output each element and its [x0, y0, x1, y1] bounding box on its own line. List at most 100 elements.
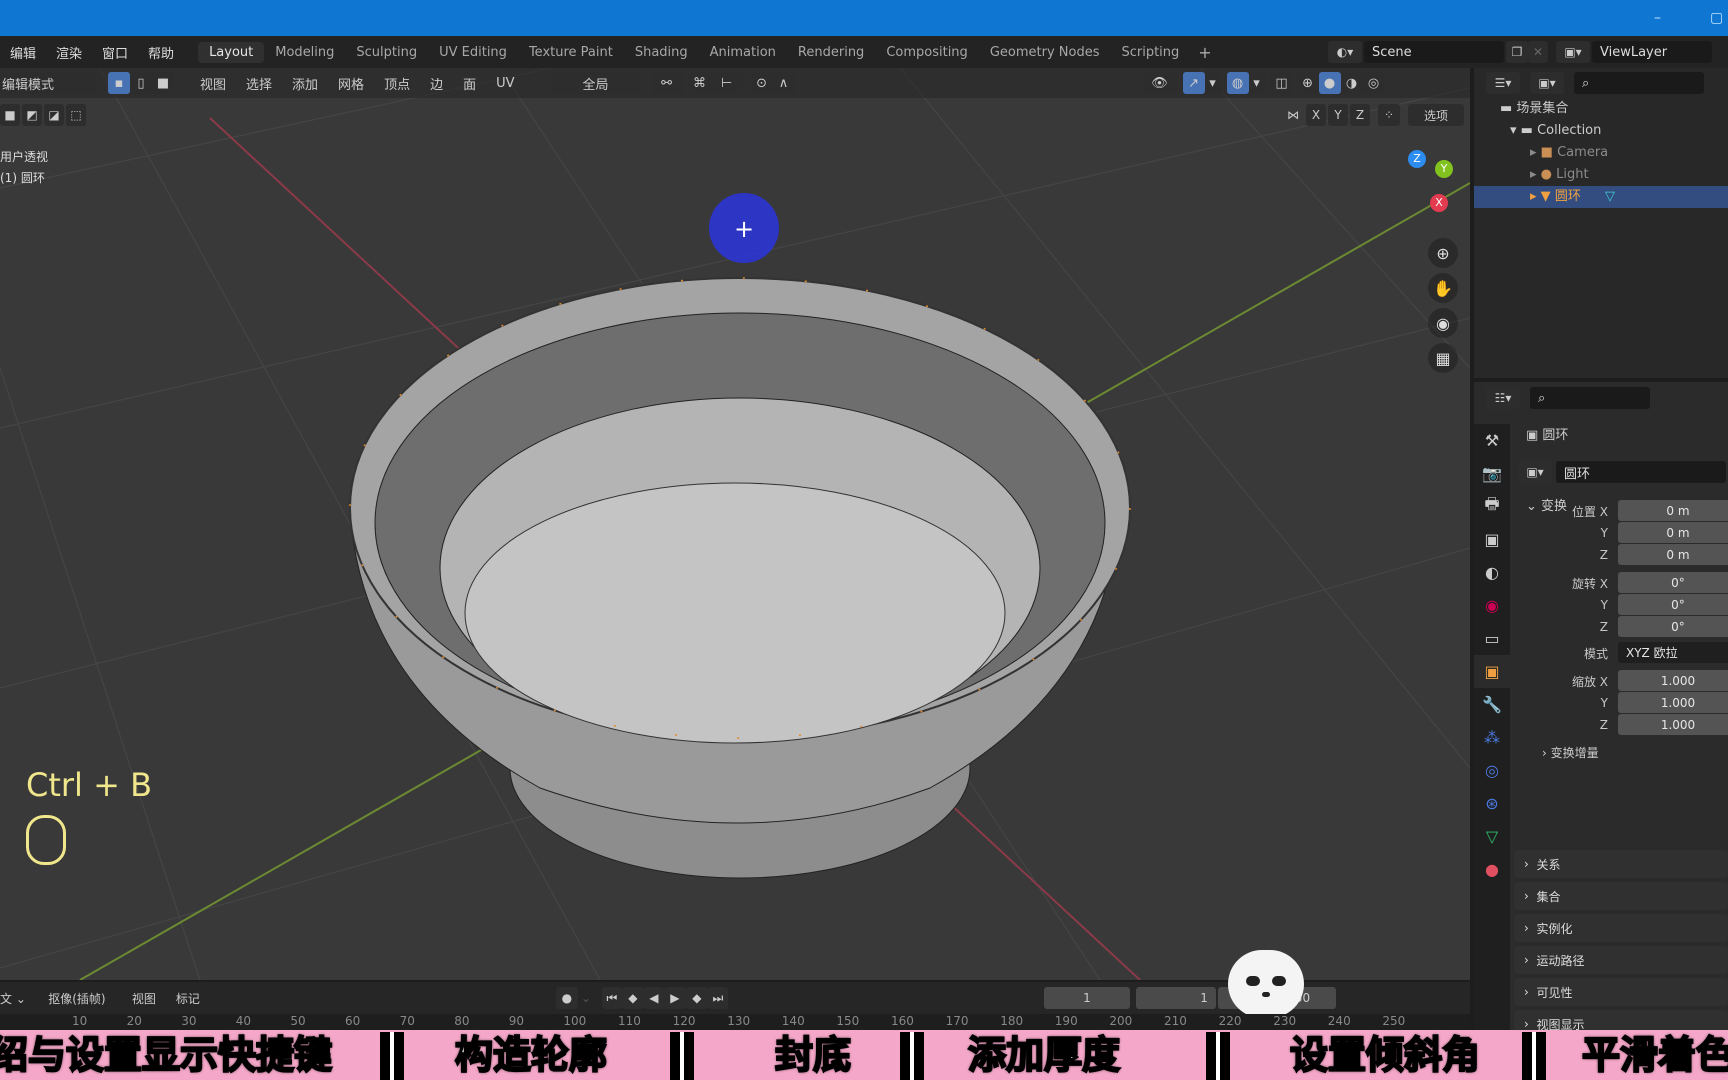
start-frame-field[interactable]: 1 [1135, 987, 1216, 1009]
scene-tab-icon[interactable]: ◐ [1474, 556, 1510, 589]
timeline-view-menu[interactable]: 视图 [132, 990, 156, 1007]
tool-tab-icon[interactable]: ⚒ [1474, 424, 1510, 457]
timeline-ruler[interactable]: 10 20 30 40 50 60 70 80 90 100 110 120 130 140 150 160 1… [0, 1014, 1470, 1030]
menu-select[interactable]: 选择 [246, 74, 272, 93]
scale-x-field[interactable]: 1.000 [1618, 670, 1728, 691]
edge-select-icon[interactable]: ▯ [130, 72, 152, 94]
navigation-gizmo[interactable]: Z Y X [1380, 148, 1460, 228]
view-layer-icon[interactable]: ▣▾ [1556, 41, 1590, 63]
proportional-edit-icon[interactable]: ⊙ [750, 72, 773, 94]
play-reverse-icon[interactable]: ◀ [643, 987, 664, 1009]
view-layer-tab-icon[interactable]: ▣ [1474, 523, 1510, 556]
rotation-z-field[interactable]: 0° [1618, 616, 1728, 637]
select-subtract-icon[interactable]: ◪ [44, 104, 64, 126]
filter-icon[interactable]: ▣▾ [1530, 72, 1564, 94]
gizmo-z-axis[interactable]: Z [1408, 150, 1426, 168]
snap-icon[interactable]: ⌘ [688, 72, 711, 94]
falloff-icon[interactable]: ∧ [772, 72, 795, 94]
tab-geometry-nodes[interactable]: Geometry Nodes [979, 42, 1111, 63]
wireframe-shading-icon[interactable]: ⊕ [1296, 72, 1319, 94]
keying-dropdown-tail[interactable]: 文 ⌄ [0, 990, 26, 1007]
rotation-x-field[interactable]: 0° [1618, 572, 1728, 593]
next-keyframe-icon[interactable]: ◆ [685, 987, 708, 1009]
menu-edit[interactable]: 编辑 [0, 43, 46, 62]
mirror-x-button[interactable]: X [1306, 104, 1326, 126]
rendered-shading-icon[interactable]: ◎ [1362, 72, 1385, 94]
location-y-field[interactable]: 0 m [1618, 522, 1728, 543]
tab-rendering[interactable]: Rendering [787, 42, 875, 63]
menu-help[interactable]: 帮助 [138, 43, 184, 62]
delta-transform-subpanel[interactable]: › 变换增量 [1518, 736, 1728, 770]
solid-shading-icon[interactable]: ● [1318, 72, 1341, 94]
menu-uv[interactable]: UV [496, 76, 514, 91]
jump-start-icon[interactable]: ⏮ [601, 987, 622, 1009]
transform-orientation-dropdown[interactable]: 全局 [550, 72, 641, 94]
object-tab-icon[interactable]: ▣ [1474, 655, 1510, 688]
location-z-field[interactable]: 0 m [1618, 544, 1728, 565]
overlay-toggle-icon[interactable]: ◍ [1226, 72, 1249, 94]
outliner-search[interactable]: ⌕ [1574, 72, 1704, 94]
snap-target-icon[interactable]: ⊢ [710, 72, 743, 94]
data-tab-icon[interactable]: ▽ [1474, 820, 1510, 853]
tab-animation[interactable]: Animation [699, 42, 787, 63]
hand-pan-icon[interactable]: ✋ [1428, 273, 1458, 303]
gizmo-dropdown-icon[interactable]: ▾ [1204, 72, 1221, 94]
output-tab-icon[interactable]: 🖶 [1474, 490, 1510, 523]
delete-scene-icon[interactable]: ✕ [1528, 41, 1548, 63]
editor-type-icon[interactable]: ☷▾ [1486, 387, 1520, 409]
tab-texture-paint[interactable]: Texture Paint [518, 42, 624, 63]
new-scene-icon[interactable]: ❐ [1506, 41, 1528, 63]
face-select-icon[interactable]: ■ [152, 72, 174, 94]
select-new-icon[interactable]: ■ [0, 104, 20, 126]
menu-mesh[interactable]: 网格 [338, 74, 364, 93]
menu-view[interactable]: 视图 [200, 74, 226, 93]
view-layer-field[interactable]: ViewLayer [1592, 41, 1712, 63]
auto-merge-icon[interactable]: ⁘ [1378, 104, 1400, 126]
timeline-marker-menu[interactable]: 标记 [176, 990, 200, 1007]
physics-tab-icon[interactable]: ◎ [1474, 754, 1510, 787]
menu-vertex[interactable]: 顶点 [384, 74, 410, 93]
panel-collections[interactable]: › 集合 [1514, 882, 1728, 910]
menu-face[interactable]: 面 [463, 74, 476, 93]
tab-layout[interactable]: Layout [198, 41, 265, 63]
gizmo-toggle-icon[interactable]: ↗ [1182, 72, 1205, 94]
rotation-mode-dropdown[interactable]: XYZ 欧拉 [1618, 642, 1728, 663]
outliner-collection[interactable]: ▾ ▬ Collection [1474, 120, 1728, 142]
scene-name-field[interactable]: Scene [1364, 41, 1504, 63]
overlay-dropdown-icon[interactable]: ▾ [1248, 72, 1265, 94]
mode-dropdown[interactable]: 编辑模式 [0, 72, 96, 94]
jump-end-icon[interactable]: ⏭ [707, 987, 728, 1009]
location-x-field[interactable]: 0 m [1618, 500, 1728, 521]
panel-visibility[interactable]: › 可见性 [1514, 978, 1728, 1006]
outliner-camera[interactable]: ▸ ■ Camera [1474, 142, 1728, 164]
zoom-icon[interactable]: ⊕ [1428, 238, 1458, 268]
grid-ortho-icon[interactable]: ▦ [1428, 343, 1458, 373]
world-tab-icon[interactable]: ◉ [1474, 589, 1510, 622]
scene-icon[interactable]: ◐▾ [1328, 41, 1362, 63]
scale-z-field[interactable]: 1.000 [1618, 714, 1728, 735]
scale-y-field[interactable]: 1.000 [1618, 692, 1728, 713]
outliner-mesh[interactable]: ▸ ▼ 圆环 ▽ [1474, 186, 1728, 208]
object-name-field[interactable]: 圆环 [1556, 461, 1726, 483]
add-workspace-button[interactable]: + [1190, 43, 1219, 62]
tab-uv-editing[interactable]: UV Editing [428, 42, 518, 63]
render-tab-icon[interactable]: 📷 [1474, 457, 1510, 490]
select-intersect-icon[interactable]: ⬚ [66, 104, 86, 126]
panel-motion-paths[interactable]: › 运动路径 [1514, 946, 1728, 974]
particles-tab-icon[interactable]: ⁂ [1474, 721, 1510, 754]
outliner-light[interactable]: ▸ ● Light [1474, 164, 1728, 186]
gizmo-x-axis[interactable]: X [1430, 194, 1448, 212]
camera-view-icon[interactable]: ◉ [1428, 308, 1458, 338]
auto-keying-dropdown-icon[interactable]: ⌄ [578, 987, 594, 1009]
visibility-icon[interactable]: 👁 [1142, 72, 1177, 94]
tab-compositing[interactable]: Compositing [875, 42, 979, 63]
menu-render[interactable]: 渲染 [46, 43, 92, 62]
vertex-select-icon[interactable]: ▪ [108, 72, 130, 94]
options-dropdown[interactable]: 选项 [1408, 104, 1464, 126]
select-extend-icon[interactable]: ◩ [22, 104, 42, 126]
xray-icon[interactable]: ◫ [1270, 72, 1293, 94]
panel-instancing[interactable]: › 实例化 [1514, 914, 1728, 942]
minimize-button[interactable]: – [1654, 10, 1661, 26]
collection-tab-icon[interactable]: ▭ [1474, 622, 1510, 655]
panel-relations[interactable]: › 关系 [1514, 850, 1728, 878]
